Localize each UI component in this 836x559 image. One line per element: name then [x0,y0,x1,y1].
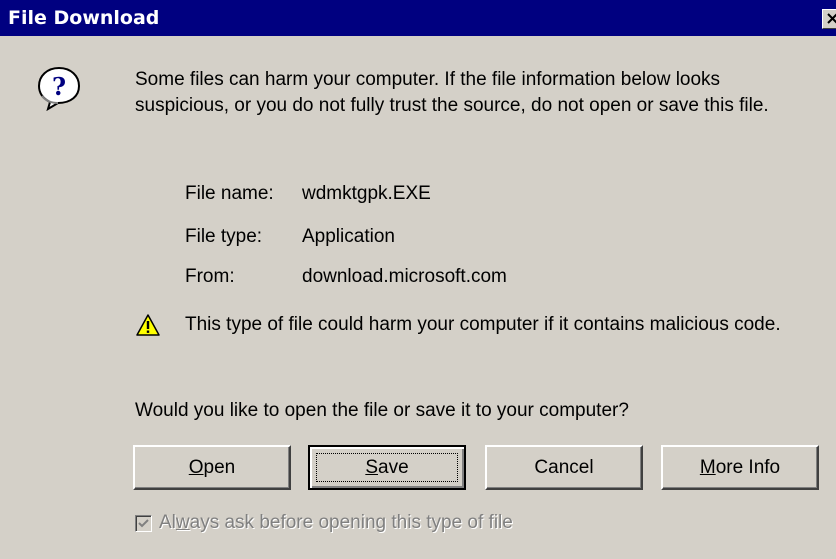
always-ask-checkbox-row[interactable]: Always ask before opening this type of f… [135,512,513,534]
checkmark-icon [138,518,149,527]
always-ask-checkbox[interactable] [135,514,152,532]
harm-warning-text: This type of file could harm your comput… [185,314,781,335]
question-icon: ? [37,66,81,111]
file-type-value: Application [302,226,395,247]
file-download-dialog: File Download ? Some files can harm your… [0,0,836,559]
window-title: File Download [8,7,160,29]
prompt-text: Would you like to open the file or save … [135,400,629,421]
from-label: From: [185,266,235,287]
open-button-label: Open [188,456,236,478]
file-type-label: File type: [185,226,263,247]
file-name-label: File name: [185,183,274,204]
close-button[interactable] [822,9,836,29]
svg-text:?: ? [52,72,66,101]
warning-icon [136,314,160,336]
more-info-button-label: More Info [699,456,781,478]
security-warning-text: Some files can harm your computer. If th… [135,69,769,116]
open-button[interactable]: Open [133,445,291,490]
cancel-button[interactable]: Cancel [485,445,643,490]
title-bar[interactable]: File Download [0,0,836,36]
save-button[interactable]: Save [308,445,466,490]
close-icon [827,13,836,24]
more-info-button[interactable]: More Info [661,445,819,490]
cancel-button-label: Cancel [534,456,594,478]
always-ask-checkbox-label: Always ask before opening this type of f… [159,512,513,533]
file-name-value: wdmktgpk.EXE [302,183,431,204]
save-button-label: Save [365,456,409,478]
from-value: download.microsoft.com [302,266,507,287]
